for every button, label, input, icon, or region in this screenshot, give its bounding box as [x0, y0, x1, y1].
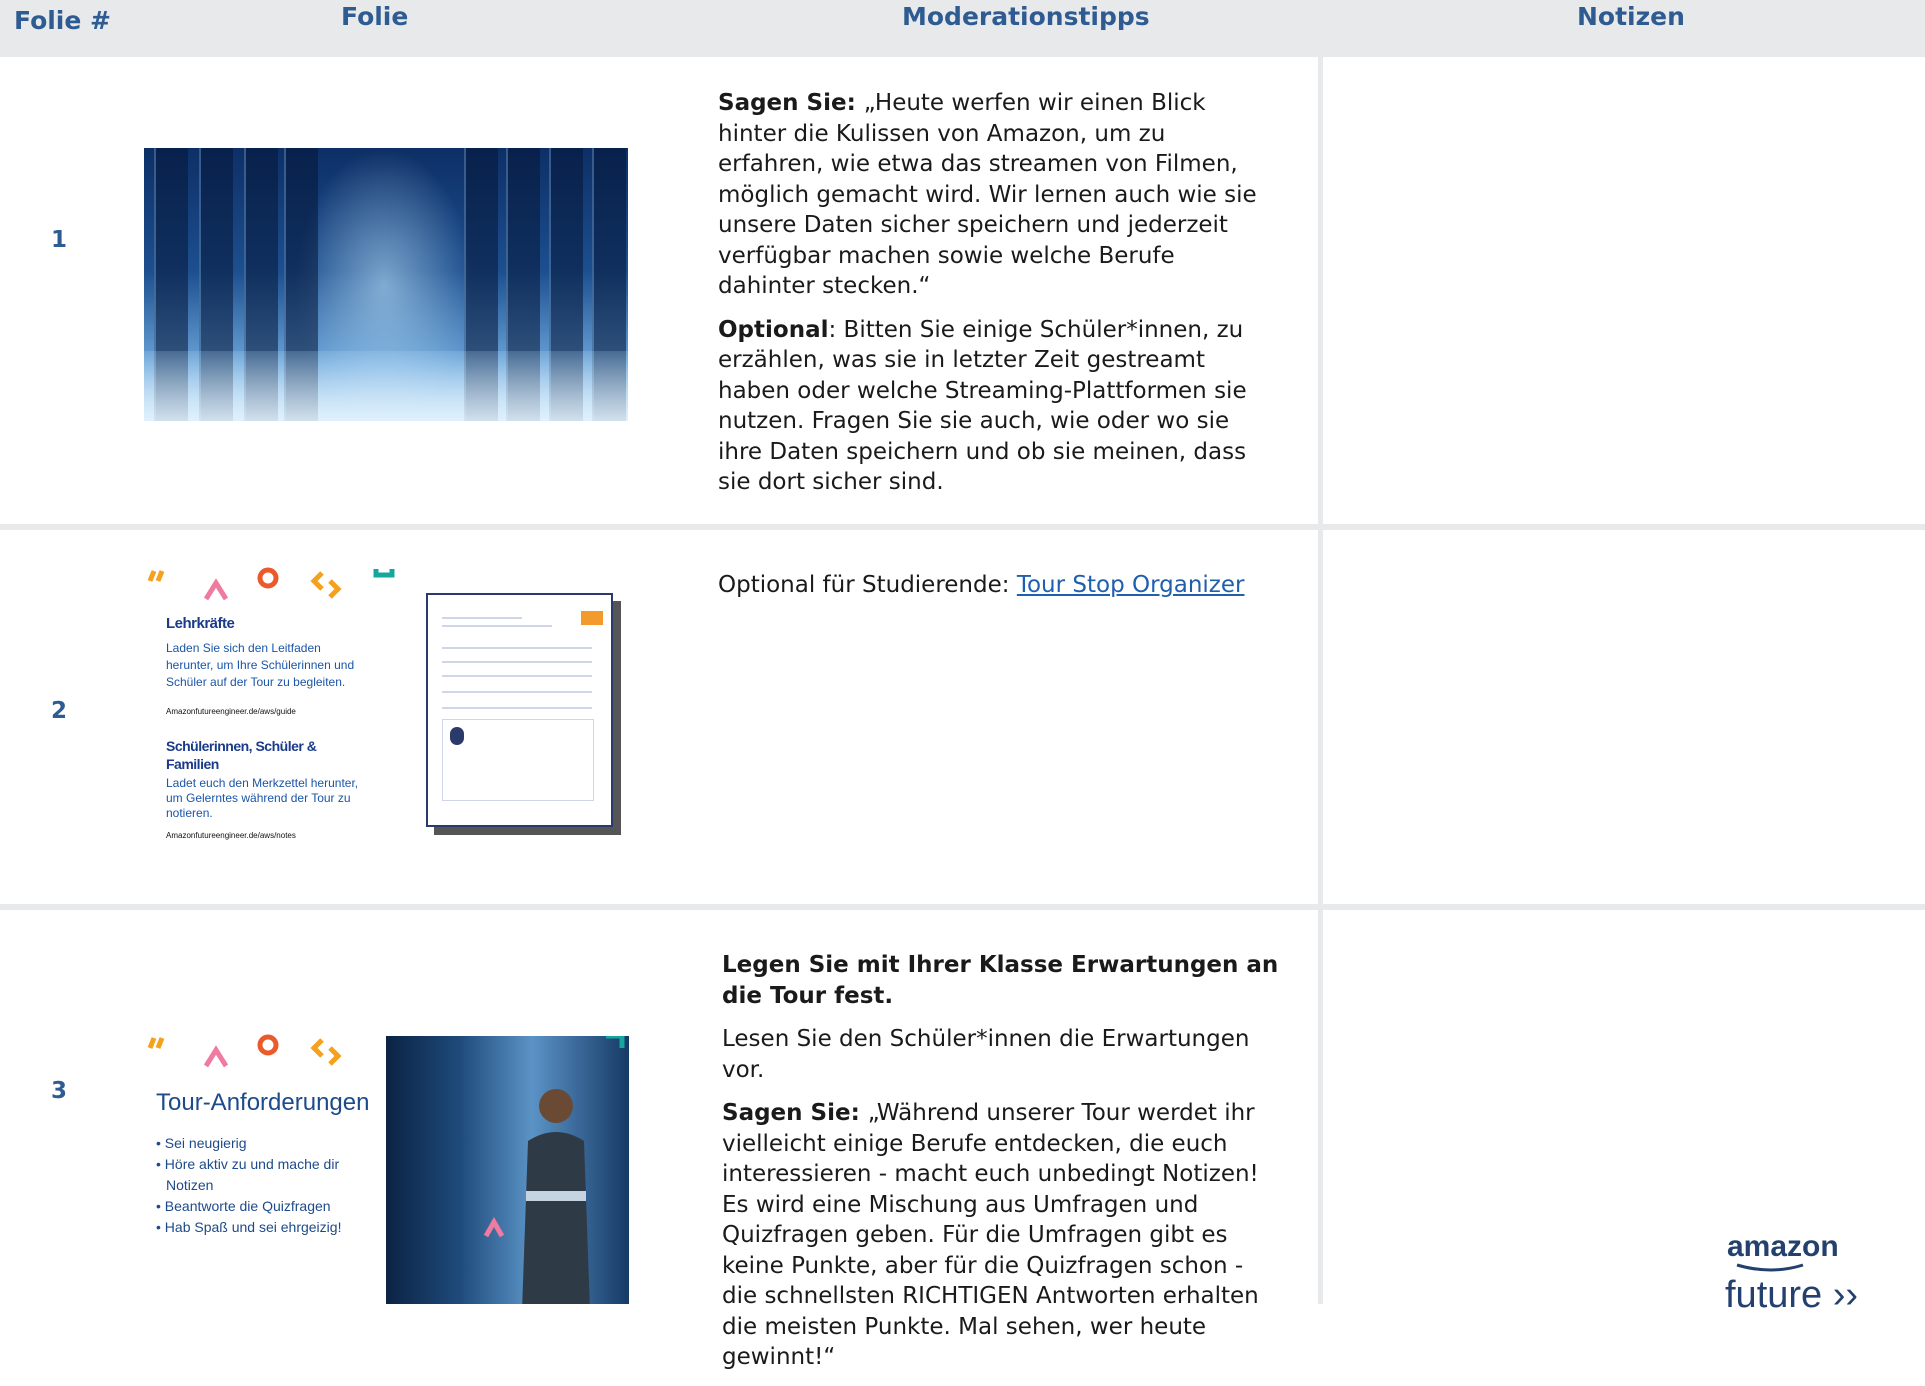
amazon-smile-icon — [1736, 1263, 1804, 1272]
list-item: • Beantworte die Quizfragen — [156, 1198, 331, 1214]
optional-students-text: Optional für Studierende: — [718, 572, 1017, 598]
list-item: • Sei neugierig — [156, 1135, 247, 1151]
worksheet-preview — [426, 593, 613, 827]
say-label: Sagen Sie: — [718, 90, 864, 116]
header-slide: Folie — [341, 2, 409, 31]
decorative-shapes — [147, 1034, 342, 1068]
column-divider — [1318, 57, 1323, 1304]
tour-stop-organizer-link[interactable]: Tour Stop Organizer — [1017, 572, 1245, 598]
slide-url-notes: Amazonfutureengineer.de/aws/notes — [166, 831, 296, 840]
amazon-future-engineer-logo: amazon future ›› — [1725, 1230, 1859, 1317]
list-item: • Hab Spaß und sei ehrgeizig! — [156, 1219, 342, 1235]
table-header: Folie # Folie Moderationstipps Notizen — [0, 0, 1925, 57]
moderation-tips-1: Sagen Sie: „Heute werfen wir einen Blick… — [718, 88, 1258, 511]
slide-number: 2 — [51, 698, 68, 724]
slide-number: 3 — [51, 1078, 68, 1104]
say-text: „Heute werfen wir einen Blick hinter die… — [718, 90, 1257, 299]
logo-future-text: future ›› — [1725, 1274, 1859, 1316]
list-item: • Höre aktiv zu und mache dir Notizen — [156, 1156, 340, 1193]
slide-title-tour-requirements: Tour-Anforderungen — [156, 1089, 370, 1116]
expectations-heading: Legen Sie mit Ihrer Klasse Erwartungen a… — [722, 952, 1279, 1009]
header-notes: Notizen — [1577, 2, 1685, 31]
slide-number: 1 — [51, 227, 68, 253]
slide-heading-students: Schülerinnen, Schüler & Familien — [166, 738, 317, 772]
say-label: Sagen Sie: — [722, 1100, 868, 1126]
row-divider — [0, 904, 1925, 910]
moderation-tips-3: Legen Sie mit Ihrer Klasse Erwartungen a… — [722, 950, 1282, 1386]
slide-url-guide: Amazonfutureengineer.de/aws/guide — [166, 707, 296, 716]
slide-requirements-list: • Sei neugierig • Höre aktiv zu und mach… — [156, 1133, 376, 1238]
optional-text: : Bitten Sie einige Schüler*innen, zu er… — [718, 316, 1247, 496]
moderation-tips-2: Optional für Studierende: Tour Stop Orga… — [718, 570, 1318, 614]
slide-body-students: Ladet euch den Merkzettel herunter, um G… — [166, 776, 359, 820]
slide-thumbnail-datacenter — [144, 148, 628, 421]
slide-heading-teachers: Lehrkräfte — [166, 615, 235, 632]
expectations-line: Lesen Sie den Schüler*innen die Erwartun… — [722, 1026, 1250, 1083]
optional-label: Optional — [718, 316, 829, 343]
slide-body-teachers: Laden Sie sich den Leitfaden herunter, u… — [166, 641, 355, 689]
say-text: „Während unserer Tour werdet ihr viellei… — [722, 1100, 1259, 1370]
header-moderation-tips: Moderationstipps — [902, 2, 1150, 31]
logo-amazon-text: amazon — [1727, 1230, 1839, 1263]
header-slide-number: Folie # — [14, 6, 111, 35]
row-divider — [0, 524, 1925, 530]
slide-photo-engineer — [386, 1036, 629, 1304]
